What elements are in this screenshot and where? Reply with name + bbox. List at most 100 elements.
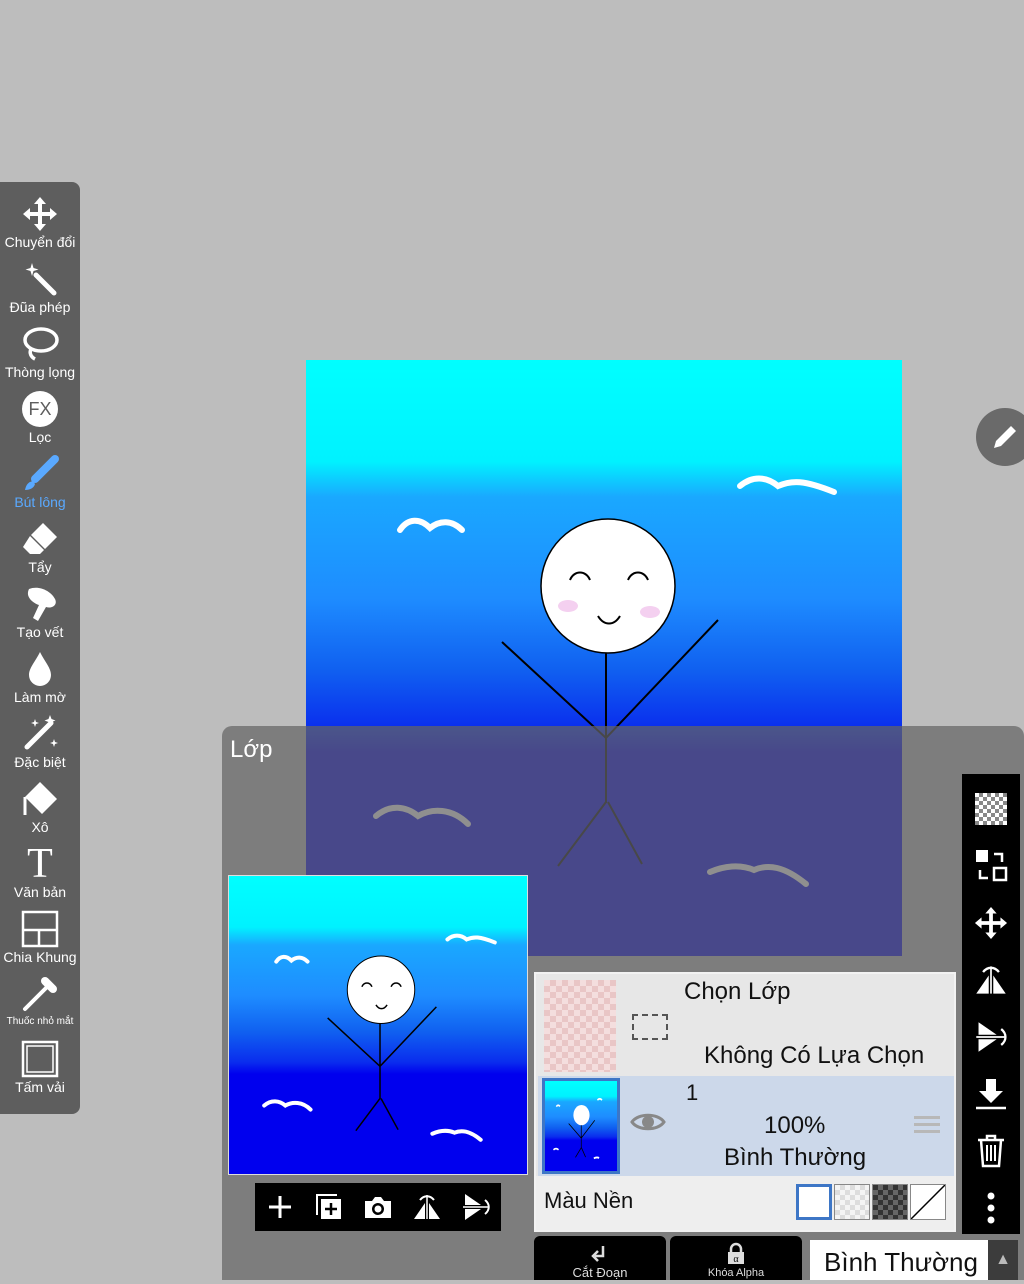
bg-transparent-swatch[interactable] bbox=[910, 1184, 946, 1220]
tool-label: Tạo vết bbox=[16, 624, 64, 640]
bg-white-swatch[interactable] bbox=[796, 1184, 832, 1220]
delete-layer-button[interactable] bbox=[969, 1129, 1013, 1173]
tool-label: Làm mờ bbox=[14, 689, 66, 705]
blur-drop-icon bbox=[20, 649, 60, 689]
flip-horizontal-button[interactable] bbox=[407, 1187, 447, 1227]
tool-eyedropper[interactable]: Thuốc nhỏ mắt bbox=[0, 974, 80, 1039]
lasso-icon bbox=[20, 324, 60, 364]
layer-action-bar bbox=[255, 1183, 501, 1231]
special-brush-icon bbox=[20, 714, 60, 754]
camera-icon bbox=[364, 1197, 391, 1218]
tool-label: Tấm vải bbox=[15, 1079, 65, 1095]
tool-special[interactable]: Đặc biệt bbox=[0, 714, 80, 779]
more-options-button[interactable] bbox=[969, 1186, 1013, 1230]
tool-label: Lọc bbox=[28, 429, 52, 445]
flip-layer-vertical-button[interactable] bbox=[969, 1015, 1013, 1059]
layer-blend-mode: Bình Thường bbox=[724, 1144, 867, 1171]
tool-label: Bút lông bbox=[14, 494, 66, 510]
flip-horizontal-icon bbox=[976, 966, 1006, 994]
swap-icon bbox=[976, 850, 1008, 882]
tool-label: Đặc biệt bbox=[14, 754, 66, 770]
visibility-eye-icon[interactable] bbox=[630, 1110, 666, 1139]
selection-layer-status: Không Có Lựa Chọn bbox=[704, 1042, 925, 1069]
layer-list: Chọn Lớp Không Có Lựa Chọn 1 100% Bình T… bbox=[534, 972, 956, 1232]
layer-row[interactable]: 1 100% Bình Thường bbox=[538, 1076, 954, 1176]
pencil-icon bbox=[994, 426, 1016, 448]
eyedropper-icon bbox=[20, 974, 60, 1014]
flip-layer-horizontal-button[interactable] bbox=[969, 958, 1013, 1002]
tool-label: Thòng lọng bbox=[4, 364, 76, 380]
magic-wand-icon bbox=[20, 259, 60, 299]
smudge-icon bbox=[20, 584, 60, 624]
blend-mode-select[interactable]: Bình Thường bbox=[810, 1240, 988, 1280]
tool-lasso[interactable]: Thòng lọng bbox=[0, 324, 80, 389]
merge-down-button[interactable] bbox=[969, 1072, 1013, 1116]
drag-handle-icon[interactable] bbox=[914, 1116, 940, 1136]
tool-filter[interactable]: FX Lọc bbox=[0, 389, 80, 454]
frame-divider-icon bbox=[20, 909, 60, 949]
tool-eraser[interactable]: Tẩy bbox=[0, 519, 80, 584]
bg-dark-checker-swatch[interactable] bbox=[872, 1184, 908, 1220]
bucket-icon bbox=[20, 779, 60, 819]
move-arrows-icon bbox=[974, 906, 1008, 940]
lock-icon: α bbox=[728, 1242, 744, 1265]
clipping-label: Cắt Đoạn bbox=[572, 1265, 628, 1280]
tool-brush[interactable]: Bút lông bbox=[0, 454, 80, 519]
copy-layer-icon bbox=[315, 1194, 341, 1219]
trash-icon bbox=[978, 1134, 1004, 1168]
layer-name: 1 bbox=[686, 1080, 699, 1105]
clipping-button[interactable]: Cắt Đoạn bbox=[534, 1236, 666, 1280]
selection-layer-title: Chọn Lớp bbox=[684, 978, 791, 1005]
layer-preview bbox=[228, 875, 528, 1175]
tool-label: Tẩy bbox=[28, 559, 52, 575]
more-vertical-icon bbox=[987, 1192, 995, 1224]
merge-down-icon bbox=[976, 1079, 1006, 1110]
tool-blur[interactable]: Làm mờ bbox=[0, 649, 80, 714]
canvas-icon bbox=[20, 1039, 60, 1079]
clip-arrow-icon bbox=[591, 1246, 605, 1262]
layer-thumbnail bbox=[542, 1078, 620, 1174]
background-label: Màu Nền bbox=[544, 1188, 634, 1213]
flip-vertical-button[interactable] bbox=[456, 1187, 496, 1227]
layer-panel: Lớp Chọn Lớp Không Có Lựa Chọn 1 100% Bì… bbox=[222, 726, 1024, 1280]
flip-vertical-icon bbox=[976, 1022, 1007, 1052]
tool-magic-wand[interactable]: Đũa phép bbox=[0, 259, 80, 324]
layer-tools-strip bbox=[962, 774, 1020, 1234]
blend-mode-up-arrow-icon[interactable]: ▲ bbox=[988, 1240, 1018, 1280]
background-color-row: Màu Nền bbox=[536, 1176, 954, 1230]
brush-icon bbox=[20, 454, 60, 494]
text-icon: T bbox=[20, 841, 60, 887]
panel-title: Lớp bbox=[230, 736, 273, 763]
tool-text[interactable]: T Văn bản bbox=[0, 841, 80, 909]
tool-canvas[interactable]: Tấm vải bbox=[0, 1039, 80, 1104]
move-layer-button[interactable] bbox=[969, 901, 1013, 945]
tool-label: Thuốc nhỏ mắt bbox=[6, 1016, 74, 1027]
tool-label: Đũa phép bbox=[9, 299, 71, 315]
checker-icon bbox=[975, 793, 1007, 825]
fx-filter-icon: FX bbox=[20, 389, 60, 429]
tool-smudge[interactable]: Tạo vết bbox=[0, 584, 80, 649]
camera-import-button[interactable] bbox=[358, 1187, 398, 1227]
alpha-lock-label: Khóa Alpha bbox=[707, 1267, 765, 1279]
eraser-icon bbox=[20, 519, 60, 559]
flip-horizontal-icon bbox=[414, 1195, 441, 1219]
text-glyph: T bbox=[27, 841, 53, 887]
svg-text:α: α bbox=[733, 1254, 739, 1265]
alpha-lock-button[interactable]: α Khóa Alpha bbox=[670, 1236, 802, 1280]
tool-frame-divider[interactable]: Chia Khung bbox=[0, 909, 80, 974]
layer-opacity: 100% bbox=[764, 1112, 826, 1139]
transparency-checker-button[interactable] bbox=[969, 787, 1013, 831]
selection-layer-row[interactable]: Chọn Lớp Không Có Lựa Chọn bbox=[536, 974, 954, 1076]
tool-label: Chia Khung bbox=[3, 949, 77, 965]
tool-transform[interactable]: Chuyển đổi bbox=[0, 194, 80, 259]
tool-bucket[interactable]: Xô bbox=[0, 779, 80, 844]
add-layer-button[interactable] bbox=[260, 1187, 300, 1227]
flip-vertical-icon bbox=[463, 1194, 491, 1220]
bg-light-checker-swatch[interactable] bbox=[834, 1184, 870, 1220]
duplicate-layer-button[interactable] bbox=[309, 1187, 349, 1227]
tool-label: Văn bản bbox=[13, 884, 67, 900]
move-arrows-icon bbox=[20, 194, 60, 234]
pen-edit-button[interactable] bbox=[976, 408, 1024, 466]
tool-label: Xô bbox=[31, 819, 49, 835]
swap-layers-button[interactable] bbox=[969, 844, 1013, 888]
